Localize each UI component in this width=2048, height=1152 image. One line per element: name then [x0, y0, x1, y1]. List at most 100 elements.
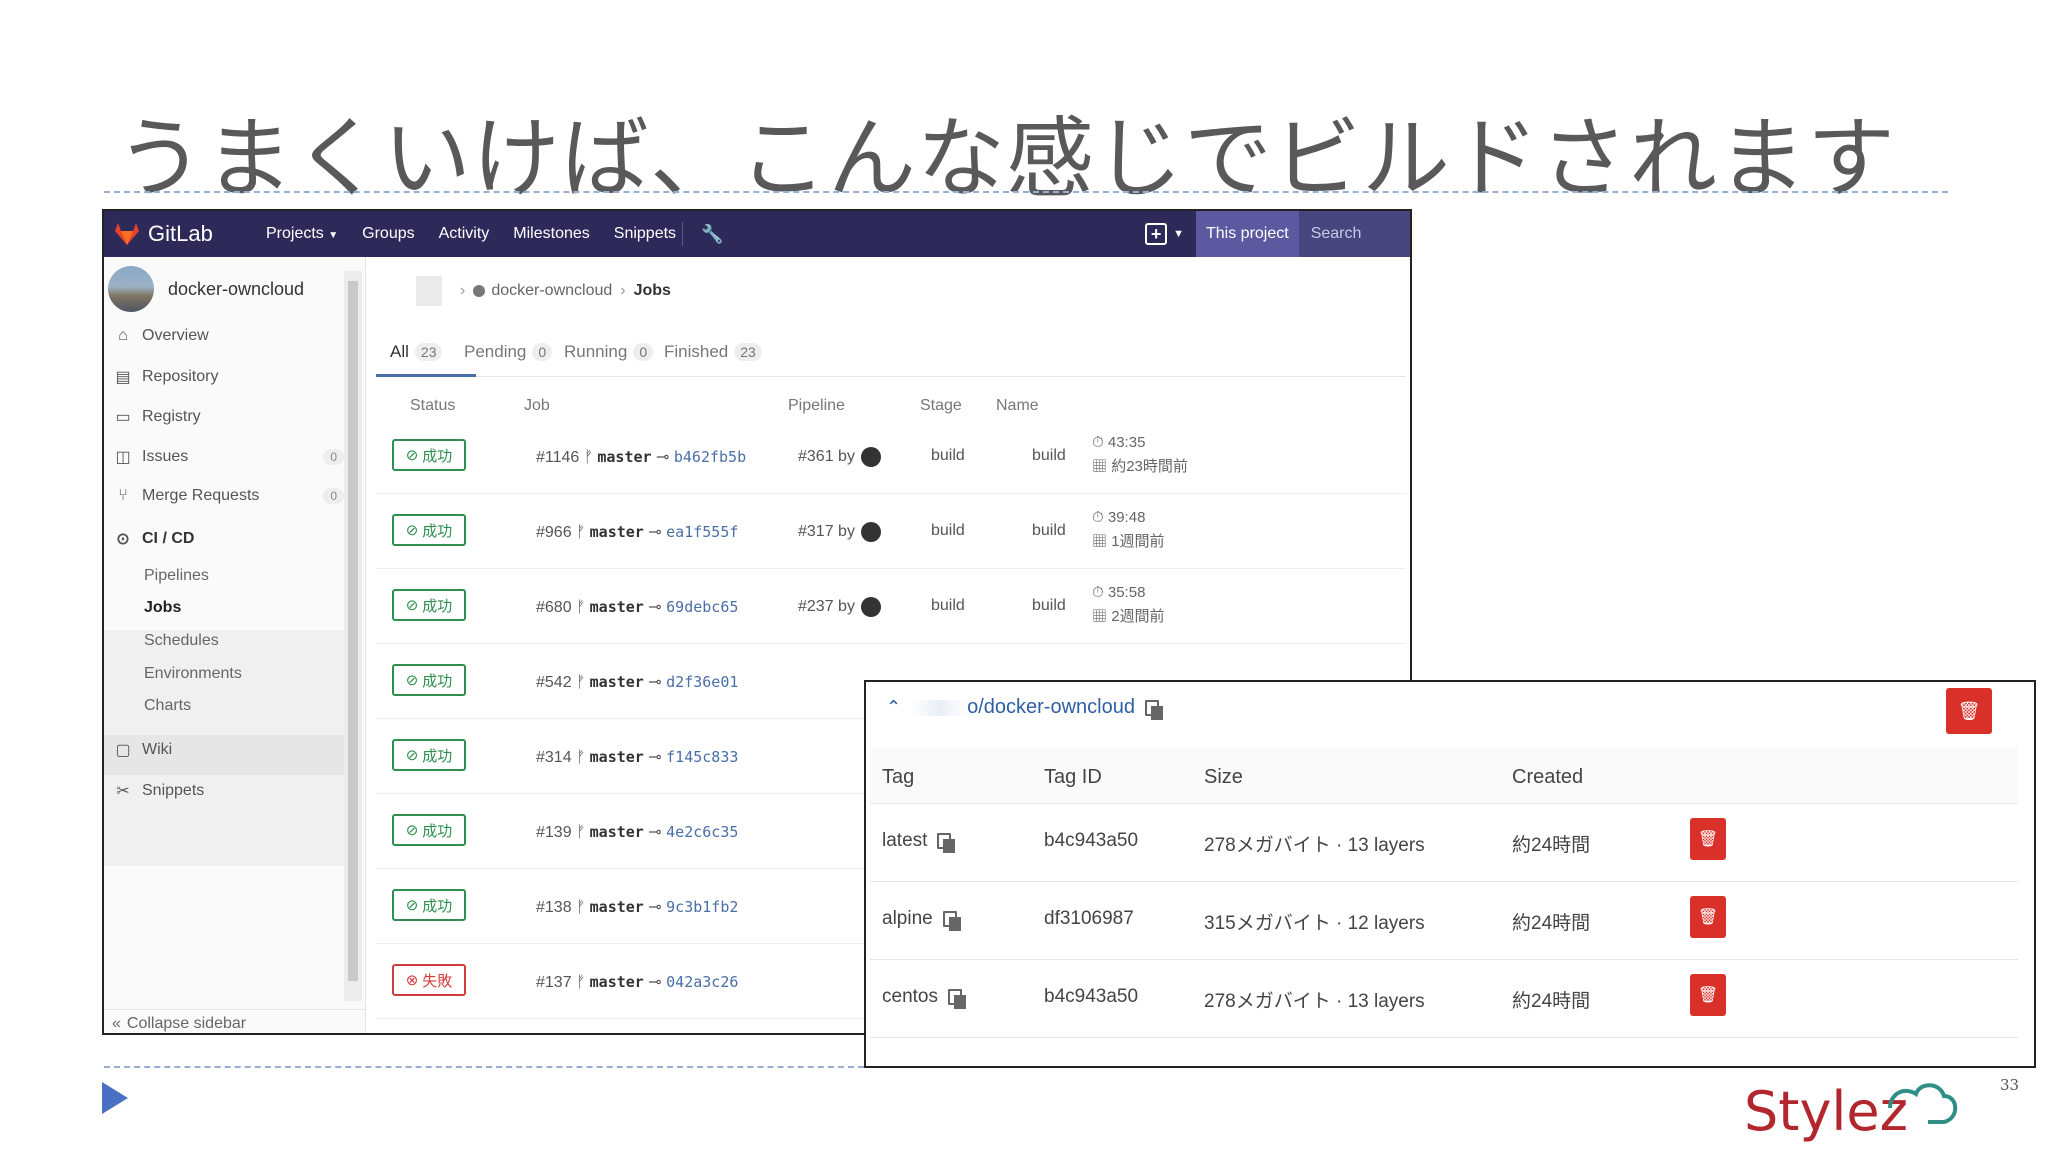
commit-icon: ⊸ [648, 899, 662, 916]
sidebar-sub-environments[interactable]: Environments [144, 665, 242, 683]
user-avatar[interactable] [860, 597, 881, 617]
commit-sha-link[interactable]: 042a3c26 [666, 973, 738, 991]
job-ref-link[interactable]: master [590, 598, 644, 616]
delete-tag-button[interactable]: 🗑 [1690, 974, 1726, 1016]
chevron-up-icon[interactable]: ⌃ [886, 697, 901, 718]
sidebar-scrollbar-thumb[interactable] [348, 281, 358, 981]
registry-path[interactable]: o/docker-owncloud [967, 696, 1135, 719]
job-ref-link[interactable]: master [590, 823, 644, 841]
status-badge[interactable]: ⊘ 成功 [392, 514, 466, 546]
trash-icon: 🗑 [1957, 700, 1981, 721]
tab-pending[interactable]: Pending 0 [464, 327, 553, 377]
nav-groups[interactable]: Groups [362, 225, 414, 243]
job-id-link[interactable]: #137 [536, 974, 572, 991]
commit-icon: ⊸ [648, 599, 662, 616]
sidebar-item-repository[interactable]: ▤ Repository [112, 367, 344, 387]
commit-sha-link[interactable]: 69debc65 [666, 598, 738, 616]
job-ref-link[interactable]: master [590, 748, 644, 766]
nav-snippets[interactable]: Snippets [614, 225, 676, 243]
logo-text: Stylez [1744, 1080, 1908, 1143]
nav-milestones[interactable]: Milestones [513, 225, 589, 243]
sidebar-item-snippets[interactable]: ✂ Snippets [112, 781, 344, 801]
commit-sha-link[interactable]: 9c3b1fb2 [666, 898, 738, 916]
created-cell: 約24時間 [1512, 835, 1591, 856]
status-badge[interactable]: ⊘ 成功 [392, 439, 466, 471]
tab-finished[interactable]: Finished 23 [664, 327, 762, 377]
sidebar-sub-jobs[interactable]: Jobs [144, 599, 181, 617]
tag-cell: latest [882, 830, 956, 853]
sidebar-item-overview[interactable]: ⌂ Overview [112, 327, 344, 345]
tab-all[interactable]: All 23 [390, 327, 443, 377]
commit-sha-link[interactable]: d2f36e01 [666, 673, 738, 691]
delete-tag-button[interactable]: 🗑 [1690, 818, 1726, 860]
copy-icon[interactable] [937, 833, 956, 853]
job-id-link[interactable]: #139 [536, 824, 572, 841]
sidebar-item-wiki[interactable]: ▢ Wiki [112, 740, 344, 760]
pipeline-link[interactable]: #317 by [798, 523, 855, 541]
new-item-plus-icon[interactable]: + [1145, 223, 1168, 245]
sidebar-item-cicd[interactable]: ⊙ CI / CD [112, 529, 344, 549]
commit-icon: ⊸ [648, 674, 662, 691]
nav-activity[interactable]: Activity [439, 225, 490, 243]
commit-sha-link[interactable]: f145c833 [666, 748, 738, 766]
status-badge[interactable]: ⊘ 成功 [392, 664, 466, 696]
job-id-link[interactable]: #138 [536, 899, 572, 916]
breadcrumb-current[interactable]: Jobs [634, 282, 671, 300]
sidebar-sub-charts[interactable]: Charts [144, 697, 191, 715]
status-badge[interactable]: ⊘ 成功 [392, 589, 466, 621]
nav-right: + ▼ This project Search [1145, 211, 1410, 257]
job-cell: #966 ᚠ master ⊸ ea1f555f [536, 522, 738, 542]
job-ref-link[interactable]: master [590, 973, 644, 991]
double-chevron-left-icon: « [112, 1014, 121, 1032]
user-avatar[interactable] [860, 447, 881, 467]
sidebar-item-registry[interactable]: ▭ Registry [112, 407, 344, 427]
job-ref-link[interactable]: master [590, 523, 644, 541]
job-ref-link[interactable]: master [597, 448, 651, 466]
breadcrumb-project[interactable]: docker-owncloud [491, 282, 612, 300]
user-avatar[interactable] [860, 522, 881, 542]
column-stage: Stage [920, 397, 962, 414]
job-id-link[interactable]: #1146 [536, 449, 579, 466]
tab-running[interactable]: Running 0 [564, 327, 654, 377]
status-badge[interactable]: ⊗ 失敗 [392, 964, 466, 996]
branch-icon: ᚠ [583, 449, 594, 466]
tag-id-cell: df3106987 [1044, 908, 1134, 929]
wrench-icon[interactable]: 🔧 [701, 224, 723, 245]
sidebar-item-issues[interactable]: ◫ Issues 0 [112, 447, 344, 467]
job-id-link[interactable]: #542 [536, 674, 572, 691]
delete-repository-button[interactable]: 🗑 [1946, 688, 1992, 734]
pipeline-link[interactable]: #237 by [798, 598, 855, 616]
status-badge[interactable]: ⊘ 成功 [392, 889, 466, 921]
job-id-link[interactable]: #680 [536, 599, 572, 616]
nav-projects[interactable]: Projects ▼ [266, 225, 338, 243]
copy-icon[interactable] [942, 911, 961, 931]
search-input[interactable]: Search [1299, 225, 1362, 243]
pipeline-link[interactable]: #361 by [798, 448, 855, 466]
commit-sha-link[interactable]: ea1f555f [666, 523, 738, 541]
search-box[interactable]: This project Search [1196, 211, 1410, 257]
sidebar-item-merge-requests[interactable]: ⑂ Merge Requests 0 [112, 487, 344, 505]
job-id-link[interactable]: #966 [536, 524, 572, 541]
delete-tag-button[interactable]: 🗑 [1690, 896, 1726, 938]
collapse-sidebar-button[interactable]: «Collapse sidebar [104, 1009, 366, 1033]
commit-sha-link[interactable]: 4e2c6c35 [666, 823, 738, 841]
copy-icon[interactable] [947, 989, 966, 1009]
status-badge[interactable]: ⊘ 成功 [392, 739, 466, 771]
chevron-down-icon[interactable]: ▼ [1173, 228, 1184, 240]
job-id-link[interactable]: #314 [536, 749, 572, 766]
sidebar-sub-schedules[interactable]: Schedules [144, 632, 219, 650]
gitlab-logo[interactable]: GitLab [114, 221, 244, 247]
registry-header[interactable]: ⌃ o/docker-owncloud [886, 696, 1163, 720]
status-badge[interactable]: ⊘ 成功 [392, 814, 466, 846]
column-name: Name [996, 397, 1039, 414]
breadcrumb-separator-icon: › [460, 282, 466, 299]
sidebar-project-header[interactable]: docker-owncloud [104, 257, 365, 321]
job-cell: #138 ᚠ master ⊸ 9c3b1fb2 [536, 897, 738, 917]
commit-sha-link[interactable]: b462fb5b [674, 448, 746, 466]
sidebar-sub-pipelines[interactable]: Pipelines [144, 567, 209, 585]
copy-icon[interactable] [1144, 699, 1163, 720]
tag-cell: alpine [882, 908, 961, 931]
main-menu: Projects ▼ Groups Activity Milestones Sn… [266, 225, 676, 243]
job-ref-link[interactable]: master [590, 898, 644, 916]
job-ref-link[interactable]: master [590, 673, 644, 691]
